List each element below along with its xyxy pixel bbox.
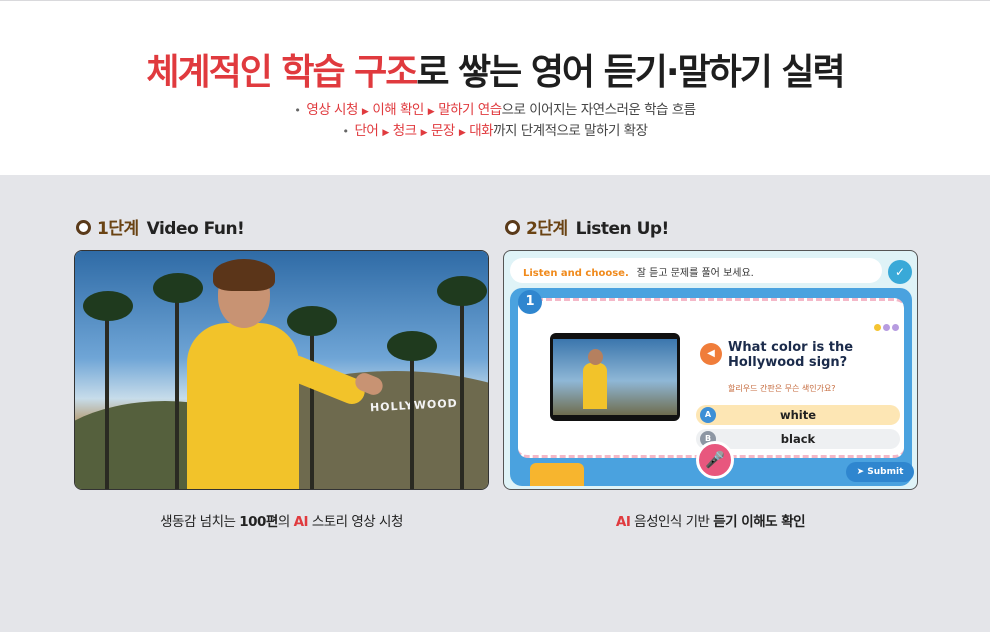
level-sentence: 문장 xyxy=(431,123,455,139)
headline-rest: 로 쌓는 영어 듣기·말하기 실력 xyxy=(416,52,845,93)
flow-step-speak: 말하기 연습 xyxy=(438,102,502,118)
bullet-icon: • xyxy=(294,104,301,117)
palm-tree-icon xyxy=(460,284,464,489)
subline-flow: • 영상 시청 ▶ 이해 확인 ▶ 말하기 연습으로 이어지는 자연스러운 학습 흐름 xyxy=(0,98,990,118)
caption-text: 생동감 넘치는 xyxy=(160,514,240,530)
instruction-label: Listen and choose. xyxy=(523,268,629,279)
speaker-icon[interactable]: ◀ xyxy=(700,343,722,365)
arrow-right-icon: ▶ xyxy=(427,107,435,117)
caption-count: 100편 xyxy=(239,514,278,530)
chevron-down-icon[interactable]: ✓ xyxy=(888,260,912,284)
video-preview[interactable]: HOLLYWOOD xyxy=(74,250,489,490)
question-translation: 할리우드 간판은 무슨 색인가요? xyxy=(728,384,836,393)
quiz-panel: ◀ What color is the Hollywood sign? 할리우드 … xyxy=(510,288,914,486)
arrow-right-icon: ▶ xyxy=(361,107,369,117)
palm-tree-icon xyxy=(410,339,414,489)
quiz-card: ◀ What color is the Hollywood sign? 할리우드 … xyxy=(518,298,904,458)
option-a-label: white xyxy=(779,408,817,422)
palm-frond xyxy=(387,331,437,361)
boy-hair xyxy=(213,259,275,291)
ring-icon xyxy=(76,220,91,235)
caption-ai: AI xyxy=(293,514,309,530)
question-number-badge: 1 xyxy=(518,290,542,314)
level-dialogue: 대화 xyxy=(469,123,494,139)
option-a-button[interactable]: Awhite xyxy=(696,405,900,425)
flow-step-watch: 영상 시청 xyxy=(306,102,358,118)
arrow-right-icon: ▶ xyxy=(382,128,389,138)
step2-heading: 2단계 Listen Up! xyxy=(505,214,669,239)
instruction-bar: Listen and choose. 잘 듣고 문제를 풀어 보세요. xyxy=(510,258,882,283)
caption-emphasis: 듣기 이해도 확인 xyxy=(713,514,806,530)
flow-description: 으로 이어지는 자연스러운 학습 흐름 xyxy=(501,102,696,118)
caption-text: 스토리 영상 시청 xyxy=(308,514,404,530)
step1-stage: 1단계 xyxy=(97,219,139,239)
palm-frond xyxy=(437,276,487,306)
expand-description: 까지 단계적으로 말하기 확장 xyxy=(493,123,648,139)
headline-highlight: 체계적인 학습 구조 xyxy=(146,52,418,93)
progress-dots xyxy=(874,316,901,335)
thumbnail-boy-head xyxy=(588,349,603,365)
thumbnail-boy xyxy=(583,363,607,409)
palm-tree-icon xyxy=(175,279,179,489)
dot xyxy=(883,324,890,331)
palm-frond xyxy=(83,291,133,321)
ring-icon xyxy=(505,220,520,235)
bullet-icon: • xyxy=(342,125,349,138)
palm-tree-icon xyxy=(105,299,109,489)
question-text: What color is the Hollywood sign? xyxy=(728,340,853,370)
dot xyxy=(874,324,881,331)
option-a-key: A xyxy=(700,407,716,423)
hollywood-scene-image: HOLLYWOOD xyxy=(75,251,488,489)
subline-expand: • 단어 ▶ 청크 ▶ 문장 ▶ 대화까지 단계적으로 말하기 확장 xyxy=(0,119,990,139)
video-thumbnail[interactable] xyxy=(550,333,680,421)
boy-figure xyxy=(187,323,299,489)
question-line1: What color is the xyxy=(728,340,854,355)
caption-ai: AI xyxy=(615,514,631,530)
dot xyxy=(892,324,899,331)
question-line2: Hollywood sign? xyxy=(728,355,848,370)
level-chunk: 청크 xyxy=(392,123,417,139)
hero-section: 체계적인 학습 구조로 쌓는 영어 듣기·말하기 실력 • 영상 시청 ▶ 이해 확인… xyxy=(0,0,990,175)
page-title: 체계적인 학습 구조로 쌓는 영어 듣기·말하기 실력 xyxy=(0,43,990,95)
folder-icon[interactable] xyxy=(530,463,584,486)
caption-text: 의 xyxy=(277,514,294,530)
palm-frond xyxy=(287,306,337,336)
step1-caption: 생동감 넘치는 100편의 AI 스토리 영상 시청 xyxy=(74,510,489,530)
step2-caption: AI 음성인식 기반 듣기 이해도 확인 xyxy=(503,510,918,530)
step1-heading: 1단계 Video Fun! xyxy=(76,214,245,239)
arrow-right-icon: ➤ xyxy=(856,467,868,477)
quiz-preview: Listen and choose. 잘 듣고 문제를 풀어 보세요. ✓ ◀ W… xyxy=(503,250,918,490)
step2-stage: 2단계 xyxy=(526,219,568,239)
option-b-label: black xyxy=(780,432,816,446)
submit-button[interactable]: ➤ Submit xyxy=(846,462,914,482)
palm-frond xyxy=(153,273,203,303)
step1-title: Video Fun! xyxy=(146,219,245,239)
arrow-right-icon: ▶ xyxy=(458,128,466,138)
palm-tree-icon xyxy=(310,314,314,489)
caption-text: 음성인식 기반 xyxy=(630,514,714,530)
microphone-icon[interactable]: 🎤 xyxy=(696,441,734,479)
thumbnail-scene xyxy=(553,339,677,415)
step2-title: Listen Up! xyxy=(575,219,670,239)
instruction-text: 잘 듣고 문제를 풀어 보세요. xyxy=(636,268,754,279)
level-word: 단어 xyxy=(354,123,379,139)
submit-label: Submit xyxy=(867,467,904,477)
arrow-right-icon: ▶ xyxy=(420,128,428,138)
flow-step-check: 이해 확인 xyxy=(372,102,424,118)
